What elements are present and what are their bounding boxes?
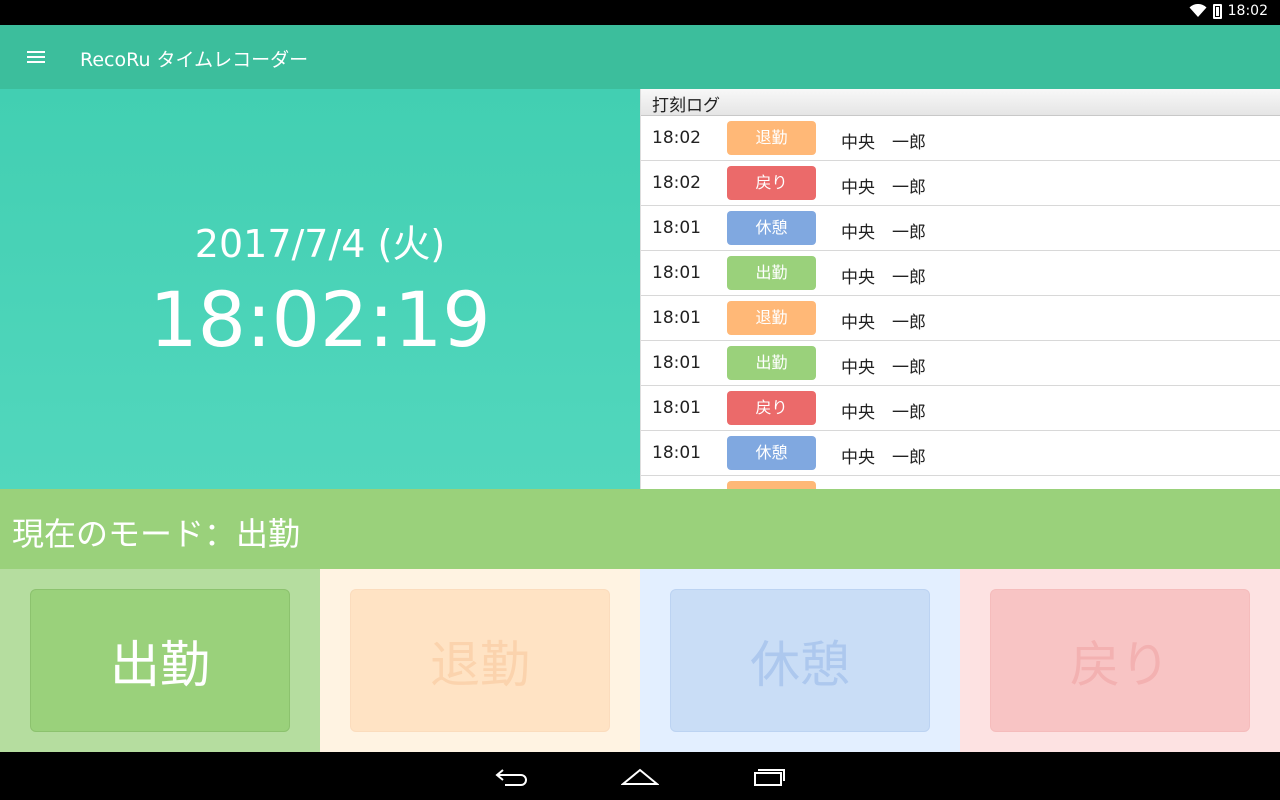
recent-apps-icon bbox=[754, 769, 785, 786]
punch-log-time: 18:01 bbox=[652, 308, 701, 328]
punch-log-row[interactable]: 18:01 出勤 中央 一郎 bbox=[641, 251, 1280, 296]
punch-log-row[interactable]: 18:01 休憩 中央 一郎 bbox=[641, 206, 1280, 251]
punch-log-time: 18:02 bbox=[652, 173, 701, 193]
clock-out-button[interactable]: 退勤 bbox=[350, 589, 610, 732]
punch-log-row[interactable]: 18:01 出勤 中央 一郎 bbox=[641, 341, 1280, 386]
return-button[interactable]: 戻り bbox=[990, 589, 1250, 732]
home-icon bbox=[621, 768, 659, 785]
punch-log-type-badge: 退勤 bbox=[727, 121, 816, 155]
punch-log-employee-name: 中央 一郎 bbox=[841, 268, 926, 288]
menu-button[interactable] bbox=[14, 37, 58, 77]
wifi-icon bbox=[1189, 4, 1207, 17]
punch-log-type-badge: 休憩 bbox=[727, 211, 816, 245]
punch-log-row[interactable]: 18:01 退勤 中央 一郎 bbox=[641, 296, 1280, 341]
mode-cell-clock-out: 退勤 bbox=[320, 569, 640, 752]
current-mode-bar: 現在のモード：出勤 bbox=[0, 489, 1280, 569]
punch-log-time: 18:01 bbox=[652, 263, 701, 283]
status-time: 18:02 bbox=[1227, 3, 1268, 19]
clock-in-button[interactable]: 出勤 bbox=[30, 589, 290, 732]
punch-log-type-badge: 出勤 bbox=[727, 346, 816, 380]
punch-log-list[interactable]: 18:02 退勤 中央 一郎 18:02 戻り 中央 一郎 18:01 休憩 中央 一郎 18:0… bbox=[641, 116, 1280, 476]
current-mode-label: 現在のモード：出勤 bbox=[12, 515, 301, 553]
punch-log-header: 打刻ログ bbox=[641, 89, 1280, 116]
status-bar: 18:02 bbox=[0, 0, 1280, 25]
recent-apps-button[interactable] bbox=[741, 760, 797, 792]
punch-log-row[interactable]: 18:01 休憩 中央 一郎 bbox=[641, 431, 1280, 476]
current-time: 18:02:19 bbox=[149, 275, 491, 364]
punch-log-employee-name: 中央 一郎 bbox=[841, 448, 926, 468]
app-title: RecoRu タイムレコーダー bbox=[80, 49, 309, 71]
mode-cell-break: 休憩 bbox=[640, 569, 960, 752]
punch-log-time: 18:01 bbox=[652, 218, 701, 238]
punch-log-employee-name: 中央 一郎 bbox=[841, 133, 926, 153]
app-bar: RecoRu タイムレコーダー bbox=[0, 25, 1280, 89]
punch-log-type-badge: 休憩 bbox=[727, 436, 816, 470]
punch-log-type-badge: 戻り bbox=[727, 166, 816, 200]
back-icon bbox=[495, 769, 527, 786]
punch-log-type-badge: 戻り bbox=[727, 391, 816, 425]
menu-icon bbox=[27, 51, 45, 63]
punch-log-employee-name: 中央 一郎 bbox=[841, 358, 926, 378]
mode-cell-return: 戻り bbox=[960, 569, 1280, 752]
punch-log-panel[interactable]: 打刻ログ 18:02 退勤 中央 一郎 18:02 戻り 中央 一郎 18:01 休憩 中央 一… bbox=[640, 89, 1280, 489]
punch-log-time: 18:01 bbox=[652, 353, 701, 373]
punch-log-row[interactable]: 18:01 戻り 中央 一郎 bbox=[641, 386, 1280, 431]
current-date: 2017/7/4 (火) bbox=[194, 222, 446, 266]
punch-log-time: 18:01 bbox=[652, 443, 701, 463]
mode-cell-clock-in: 出勤 bbox=[0, 569, 320, 752]
clock-panel: 2017/7/4 (火) 18:02:19 bbox=[0, 89, 640, 489]
back-button[interactable] bbox=[484, 760, 540, 792]
punch-log-partial-row bbox=[641, 476, 1280, 489]
punch-log-time: 18:01 bbox=[652, 398, 701, 418]
punch-log-type-badge: 退勤 bbox=[727, 301, 816, 335]
punch-log-partial-badge bbox=[727, 481, 816, 489]
punch-log-employee-name: 中央 一郎 bbox=[841, 403, 926, 423]
punch-log-employee-name: 中央 一郎 bbox=[841, 223, 926, 243]
home-button[interactable] bbox=[612, 760, 668, 792]
battery-icon bbox=[1212, 3, 1222, 19]
punch-log-employee-name: 中央 一郎 bbox=[841, 178, 926, 198]
navigation-bar bbox=[0, 752, 1280, 800]
punch-log-time: 18:02 bbox=[652, 128, 701, 148]
punch-log-employee-name: 中央 一郎 bbox=[841, 313, 926, 333]
punch-log-row[interactable]: 18:02 退勤 中央 一郎 bbox=[641, 116, 1280, 161]
punch-log-type-badge: 出勤 bbox=[727, 256, 816, 290]
break-button[interactable]: 休憩 bbox=[670, 589, 930, 732]
punch-log-row[interactable]: 18:02 戻り 中央 一郎 bbox=[641, 161, 1280, 206]
